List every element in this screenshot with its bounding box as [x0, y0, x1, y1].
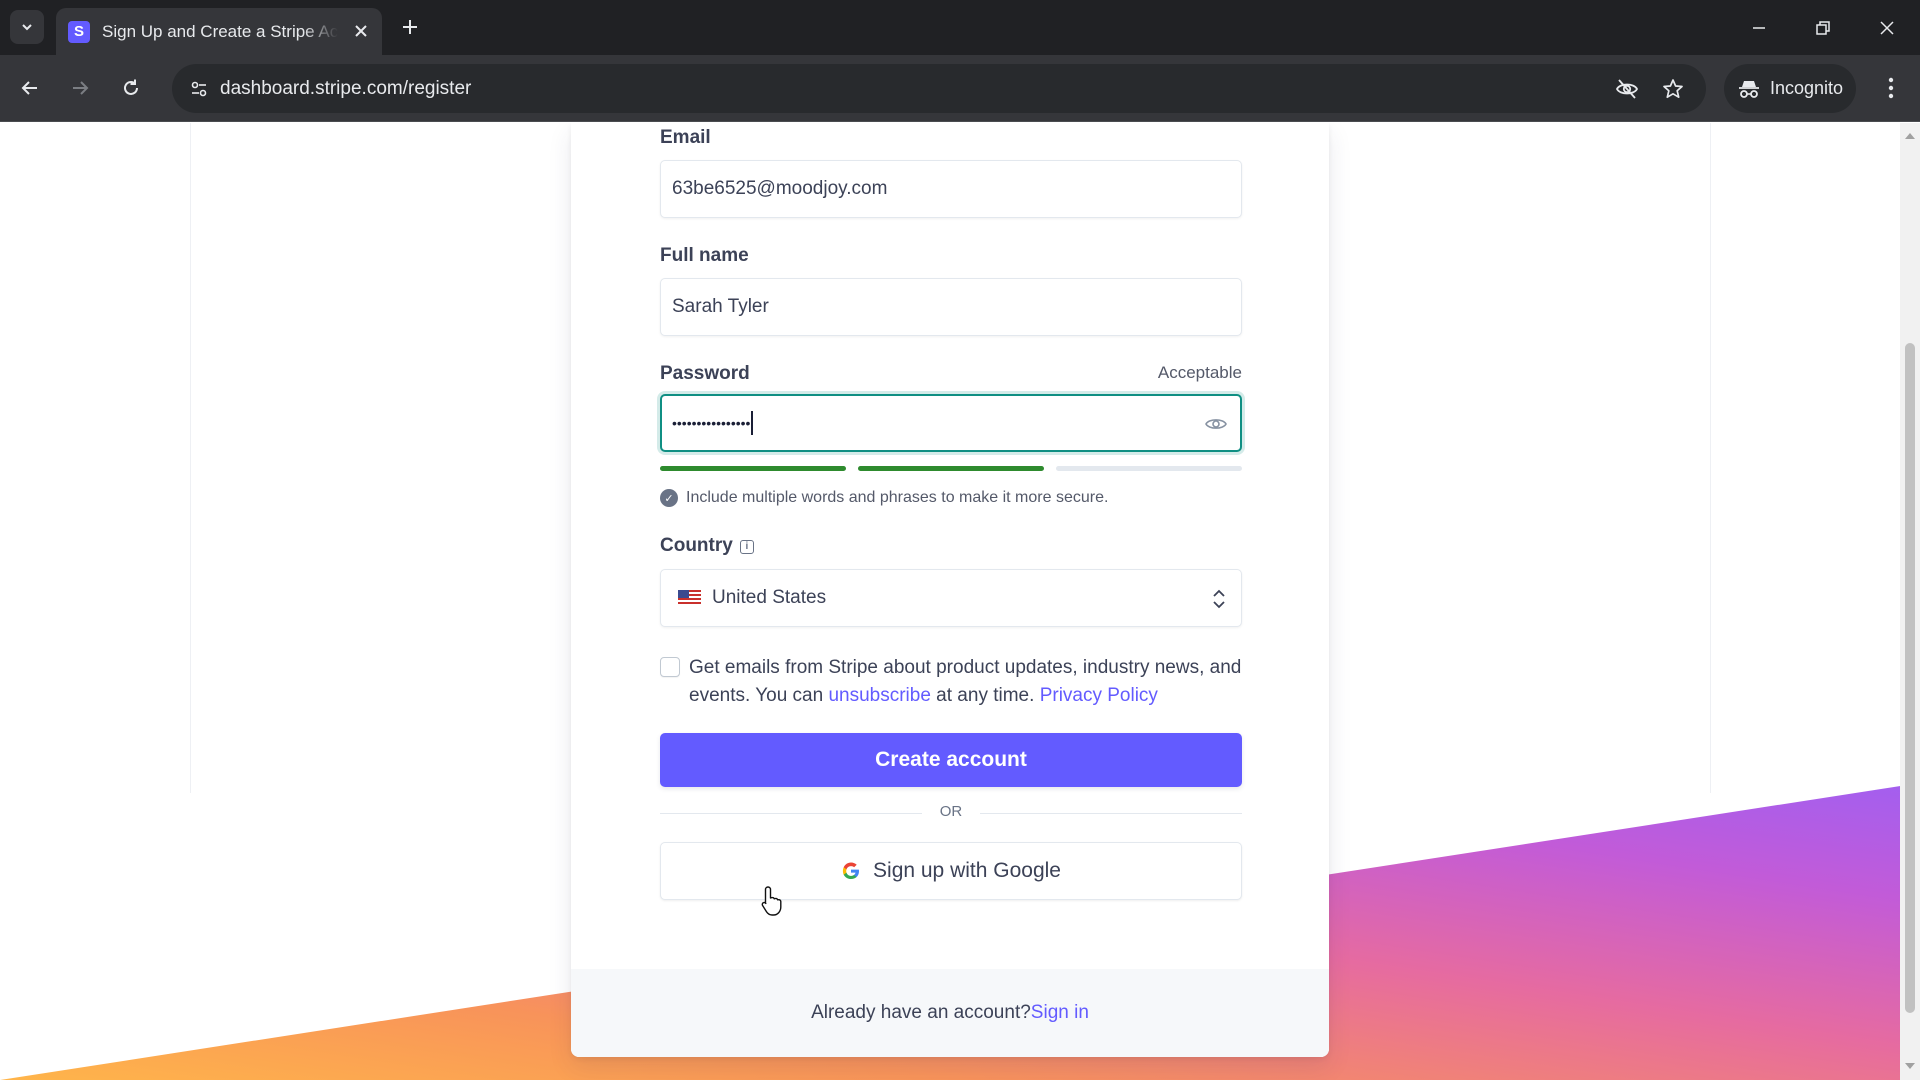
close-icon: [355, 25, 367, 37]
forward-icon: [73, 81, 89, 95]
kebab-menu-icon: [1888, 77, 1894, 99]
page-scrollbar[interactable]: [1900, 123, 1920, 1080]
reload-icon: [124, 79, 138, 95]
unsubscribe-link[interactable]: unsubscribe: [828, 685, 930, 706]
chevron-down-icon: [22, 24, 32, 31]
site-settings-button[interactable]: [184, 74, 214, 104]
email-label: Email: [660, 127, 711, 148]
already-have-account-text: Already have an account?: [811, 1002, 1031, 1023]
tab-list-button[interactable]: [10, 10, 44, 44]
minimize-icon: [1753, 27, 1765, 29]
info-icon[interactable]: i: [739, 539, 754, 554]
password-hint: ✓ Include multiple words and phrases to …: [660, 489, 1108, 507]
privacy-policy-link[interactable]: Privacy Policy: [1040, 685, 1158, 706]
bookmark-button[interactable]: [1658, 74, 1688, 104]
email-value: 63be6525@moodjoy.com: [672, 178, 888, 199]
new-tab-button[interactable]: [395, 12, 425, 42]
consent-text-middle: at any time.: [930, 685, 1040, 706]
back-button[interactable]: [11, 69, 49, 107]
email-consent-checkbox[interactable]: [660, 657, 680, 677]
country-label-text: Country: [660, 535, 733, 556]
strength-bar-segment: [660, 466, 846, 471]
url-text[interactable]: dashboard.stripe.com/register: [220, 78, 471, 100]
active-tab[interactable]: S Sign Up and Create a Stripe Account: [56, 8, 382, 55]
password-value: ••••••••••••••••: [672, 415, 751, 431]
address-bar[interactable]: dashboard.stripe.com/register: [172, 64, 1706, 113]
reload-button[interactable]: [112, 69, 150, 107]
check-circle-icon: ✓: [660, 489, 678, 507]
tab-title: Sign Up and Create a Stripe Account: [102, 21, 338, 41]
restore-icon: [1816, 21, 1830, 35]
browser-toolbar: dashboard.stripe.com/register Incognito: [0, 55, 1920, 122]
eye-icon[interactable]: [1204, 412, 1228, 436]
page-viewport: Email 63be6525@moodjoy.com Full name Sar…: [0, 123, 1920, 1080]
scrollbar-thumb[interactable]: [1905, 343, 1915, 1013]
plus-icon: [403, 20, 417, 34]
country-label: Country i: [660, 535, 754, 557]
password-hint-text: Include multiple words and phrases to ma…: [686, 489, 1109, 506]
incognito-icon: [1739, 80, 1759, 98]
strength-bar-segment: [858, 466, 1044, 471]
email-field[interactable]: 63be6525@moodjoy.com: [660, 160, 1242, 218]
site-settings-icon: [191, 81, 207, 97]
text-caret: [751, 411, 754, 435]
email-consent-text: Get emails from Stripe about product upd…: [689, 654, 1249, 710]
google-button-label: Sign up with Google: [873, 859, 1061, 882]
browser-menu-button[interactable]: [1872, 69, 1910, 107]
chevron-updown-icon: [1213, 589, 1225, 609]
signup-card: Email 63be6525@moodjoy.com Full name Sar…: [571, 123, 1329, 1057]
close-window-button[interactable]: [1867, 8, 1907, 48]
scroll-down-arrow[interactable]: [1905, 1063, 1915, 1069]
restore-button[interactable]: [1803, 8, 1843, 48]
us-flag-icon: [678, 590, 701, 606]
eye-off-icon: [1615, 79, 1639, 99]
full-name-value: Sarah Tyler: [672, 296, 769, 317]
sign-in-link[interactable]: Sign in: [1031, 1002, 1089, 1024]
or-divider: OR: [939, 803, 963, 820]
sign-up-with-google-button[interactable]: Sign up with Google: [660, 842, 1242, 900]
incognito-indicator[interactable]: Incognito: [1724, 64, 1856, 113]
password-field[interactable]: ••••••••••••••••: [660, 394, 1242, 452]
back-icon: [21, 81, 37, 95]
password-strength-label: Acceptable: [1157, 363, 1242, 382]
scroll-up-arrow[interactable]: [1905, 133, 1915, 139]
card-footer: Already have an account? Sign in: [571, 969, 1329, 1057]
incognito-label: Incognito: [1770, 78, 1844, 98]
tab-close-button[interactable]: [350, 20, 372, 42]
password-label: Password: [660, 363, 750, 384]
country-select[interactable]: United States: [660, 569, 1242, 627]
tracking-protection-button[interactable]: [1612, 74, 1642, 104]
full-name-field[interactable]: Sarah Tyler: [660, 278, 1242, 336]
strength-bar-segment: [1056, 466, 1242, 471]
create-account-button[interactable]: Create account: [660, 733, 1242, 787]
cursor-icon: [761, 886, 782, 916]
star-icon: [1663, 79, 1683, 99]
browser-tab-bar: S Sign Up and Create a Stripe Account: [0, 0, 1920, 55]
minimize-button[interactable]: [1739, 8, 1779, 48]
country-value: United States: [712, 587, 827, 608]
full-name-label: Full name: [660, 245, 749, 266]
divider-line: [660, 813, 922, 814]
close-icon: [1880, 21, 1894, 35]
divider-line: [980, 813, 1242, 814]
stripe-favicon-icon: S: [68, 20, 90, 43]
forward-button[interactable]: [61, 69, 99, 107]
google-icon: [842, 862, 860, 879]
